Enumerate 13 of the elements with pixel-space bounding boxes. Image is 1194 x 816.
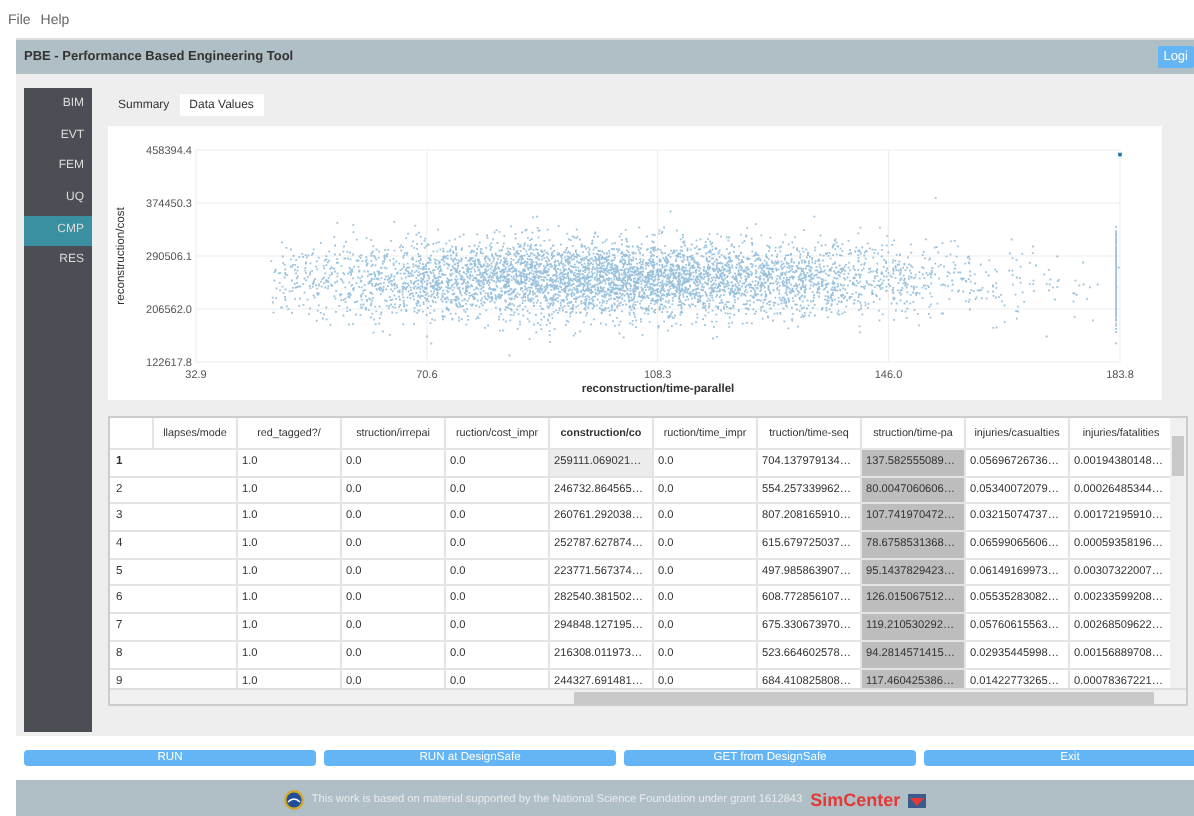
nsf-logo-icon xyxy=(283,790,304,810)
horizontal-scrollbar[interactable] xyxy=(110,688,1186,704)
table-cell xyxy=(154,532,238,560)
vertical-scrollbar[interactable] xyxy=(1170,418,1186,692)
table-cell xyxy=(154,504,238,533)
logo-icon xyxy=(908,793,927,807)
simcenter-logo: SimCenter xyxy=(810,790,901,810)
table-cell xyxy=(154,450,238,478)
table-cell xyxy=(154,586,238,615)
table-cell xyxy=(154,559,238,587)
table-cell xyxy=(154,477,238,505)
table-cell xyxy=(154,614,238,642)
table-corner xyxy=(110,418,154,450)
